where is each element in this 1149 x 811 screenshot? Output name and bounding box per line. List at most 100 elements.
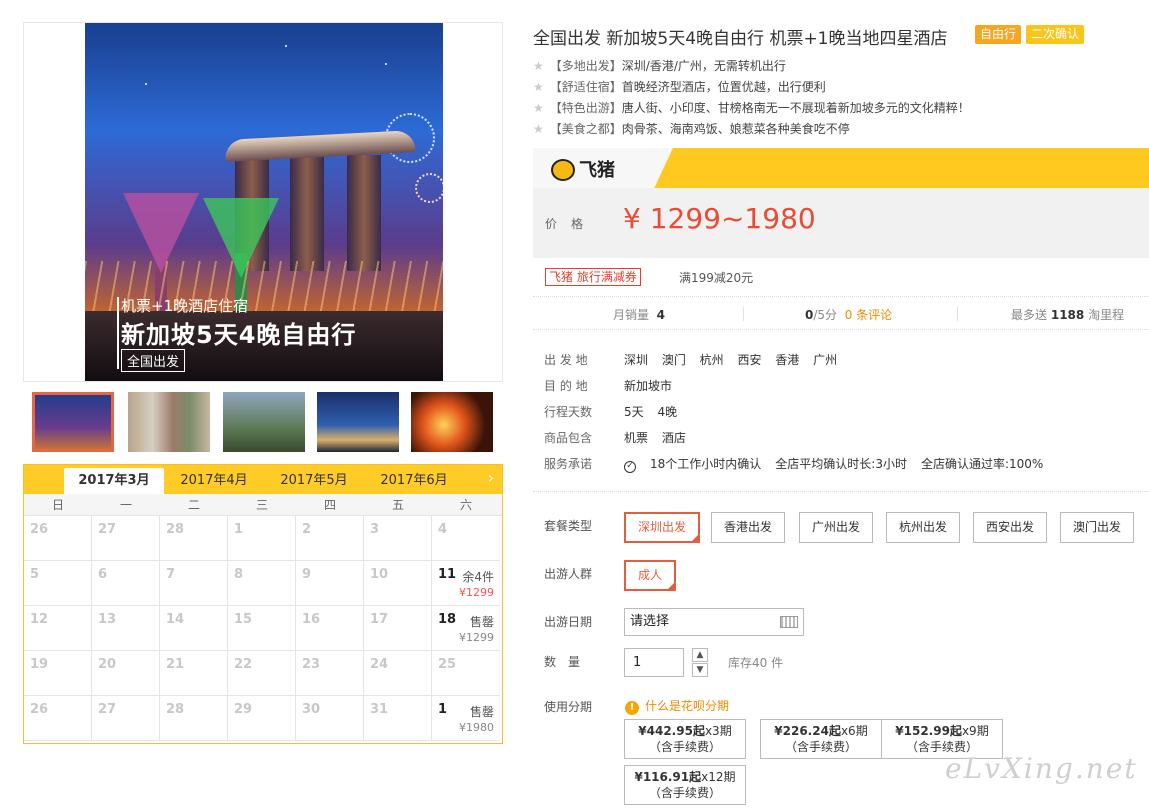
calendar-day-number: 19	[30, 657, 49, 672]
calendar-day-number: 13	[98, 612, 117, 627]
calendar-day-number: 24	[370, 657, 389, 672]
calendar-day-number: 16	[302, 612, 321, 627]
calendar-day-number: 15	[234, 612, 253, 627]
calendar-day-number: 14	[166, 612, 185, 627]
main-product-image[interactable]: 机票+1晚酒店住宿 新加坡5天4晚自由行 全国出发	[85, 23, 443, 381]
calendar-day: 12	[24, 606, 92, 651]
coupon-badge[interactable]: 飞猪 旅行满减券	[545, 268, 641, 286]
calendar-day: 27	[92, 516, 160, 561]
calendar-day-price: ¥1980	[459, 721, 494, 734]
chevron-right-icon[interactable]: ›	[488, 468, 494, 487]
calendar-day-number: 8	[234, 567, 244, 582]
calendar-day-price: ¥1299	[459, 586, 494, 599]
thumbnail-2[interactable]	[128, 392, 210, 452]
rating: 0/5分 0 条评论	[805, 308, 893, 322]
calendar-day-stock: 售罄	[469, 615, 494, 629]
calendar-day-number: 27	[98, 522, 117, 537]
image-gallery: 机票+1晚酒店住宿 新加坡5天4晚自由行 全国出发	[23, 22, 503, 382]
calendar-day-number: 18	[438, 612, 457, 627]
calendar-day-number: 31	[370, 702, 389, 717]
calendar-day: 8	[228, 561, 296, 606]
package-option-hongkong[interactable]: 香港出发	[711, 512, 786, 543]
thumbnail-1[interactable]	[32, 392, 114, 452]
fliggy-logo: 飞猪	[551, 156, 615, 182]
calendar-day: 26	[24, 696, 92, 741]
calendar-day: 7	[160, 561, 228, 606]
calendar-day-number: 25	[438, 657, 457, 672]
thumbnail-4[interactable]	[317, 392, 399, 452]
calendar-day: 17	[364, 606, 432, 651]
calendar-day: 5	[24, 561, 92, 606]
thumbnail-5[interactable]	[411, 392, 493, 452]
huabei-link[interactable]: ! 什么是花呗分期	[625, 697, 729, 715]
feature-item: ★ 【多地出发】深圳/香港/广州，无需转机出行	[533, 59, 786, 73]
calendar-day-number: 23	[302, 657, 321, 672]
calendar-day-number: 21	[166, 657, 185, 672]
stock-count: 库存40 件	[728, 656, 784, 670]
thumbnail-3[interactable]	[223, 392, 305, 452]
info-includes: 商品包含 机票 酒店	[544, 431, 686, 445]
package-option-hangzhou[interactable]: 杭州出发	[886, 512, 961, 543]
info-destination: 目 的 地新加坡市	[544, 379, 673, 393]
tab-month-3[interactable]: 2017年5月	[264, 468, 364, 494]
calendar-day: 1	[228, 516, 296, 561]
calendar-day[interactable]: 1 售罄 ¥1980	[432, 696, 500, 741]
availability-calendar: 2017年3月 2017年4月 2017年5月 2017年6月 › 日 一 二 …	[23, 464, 503, 744]
price-label: 价格	[545, 217, 598, 231]
traveler-option-adult[interactable]: 成人	[624, 560, 677, 591]
info-service-promise: 服务承诺 ✓ 18个工作小时内确认 全店平均确认时长:3小时 全店确认通过率:100%	[544, 457, 1044, 473]
installment-label: 使用分期	[544, 700, 593, 714]
calendar-day-number: 1	[234, 522, 244, 537]
calendar-day: 6	[92, 561, 160, 606]
calendar-day: 2	[296, 516, 364, 561]
calendar-icon[interactable]	[780, 616, 798, 628]
calendar-day[interactable]: 11 余4件 ¥1299	[432, 561, 500, 606]
quantity-label: 数 量	[544, 655, 581, 669]
installment-option-3[interactable]: ¥442.95起x3期 （含手续费）	[624, 719, 746, 759]
calendar-day: 14	[160, 606, 228, 651]
feature-item: ★ 【舒适住宿】首晚经济型酒店，位置优越，出行便利	[533, 80, 826, 94]
calendar-day-number: 22	[234, 657, 253, 672]
package-option-macau[interactable]: 澳门出发	[1060, 512, 1135, 543]
calendar-day-number: 28	[166, 702, 185, 717]
quantity-increment[interactable]: ▲	[692, 648, 708, 662]
calendar-day: 28	[160, 516, 228, 561]
product-title: 全国出发 新加坡5天4晚自由行 机票+1晚当地四星酒店	[533, 29, 948, 49]
calendar-day: 23	[296, 651, 364, 696]
installment-option-12[interactable]: ¥116.91起x12期 （含手续费）	[624, 765, 746, 805]
calendar-day-number: 17	[370, 612, 389, 627]
calendar-day: 10	[364, 561, 432, 606]
quantity-input[interactable]: 1	[624, 648, 684, 677]
travel-date-picker[interactable]: 请选择	[624, 608, 804, 636]
reviews-link[interactable]: 0 条评论	[845, 308, 892, 322]
image-caption-title: 新加坡5天4晚自由行	[121, 321, 357, 349]
calendar-weekday-header: 日 一 二 三 四 五 六	[24, 494, 502, 516]
tab-month-2[interactable]: 2017年4月	[164, 468, 264, 494]
weekday-label: 四	[323, 498, 336, 512]
calendar-day-stock: 售罄	[469, 705, 494, 719]
calendar-month-tabs: 2017年3月 2017年4月 2017年5月 2017年6月 ›	[24, 465, 502, 494]
monthly-sales: 月销量 4	[613, 308, 666, 322]
calendar-day: 3	[364, 516, 432, 561]
star-icon: ★	[533, 101, 544, 115]
star-icon: ★	[533, 80, 544, 94]
calendar-day: 21	[160, 651, 228, 696]
calendar-day: 27	[92, 696, 160, 741]
weekday-label: 二	[187, 498, 200, 512]
tab-month-1[interactable]: 2017年3月	[64, 468, 164, 494]
calendar-day: 16	[296, 606, 364, 651]
installment-option-6[interactable]: ¥226.24起x6期 （含手续费）	[760, 719, 882, 759]
tab-month-4[interactable]: 2017年6月	[364, 468, 464, 494]
calendar-day: 31	[364, 696, 432, 741]
calendar-day[interactable]: 18 售罄 ¥1299	[432, 606, 500, 651]
coupon-description: 满199减20元	[679, 271, 754, 285]
package-option-xian[interactable]: 西安出发	[973, 512, 1048, 543]
calendar-day: 25	[432, 651, 500, 696]
calendar-day-stock: 余4件	[462, 570, 494, 584]
quantity-decrement[interactable]: ▼	[692, 663, 708, 677]
package-option-guangzhou[interactable]: 广州出发	[799, 512, 874, 543]
package-option-shenzhen[interactable]: 深圳出发	[624, 512, 701, 543]
travel-date-label: 出游日期	[544, 615, 593, 629]
info-departure: 出 发 地深圳 澳门 杭州 西安 香港 广州	[544, 353, 838, 367]
calendar-day-number: 1	[438, 702, 448, 717]
